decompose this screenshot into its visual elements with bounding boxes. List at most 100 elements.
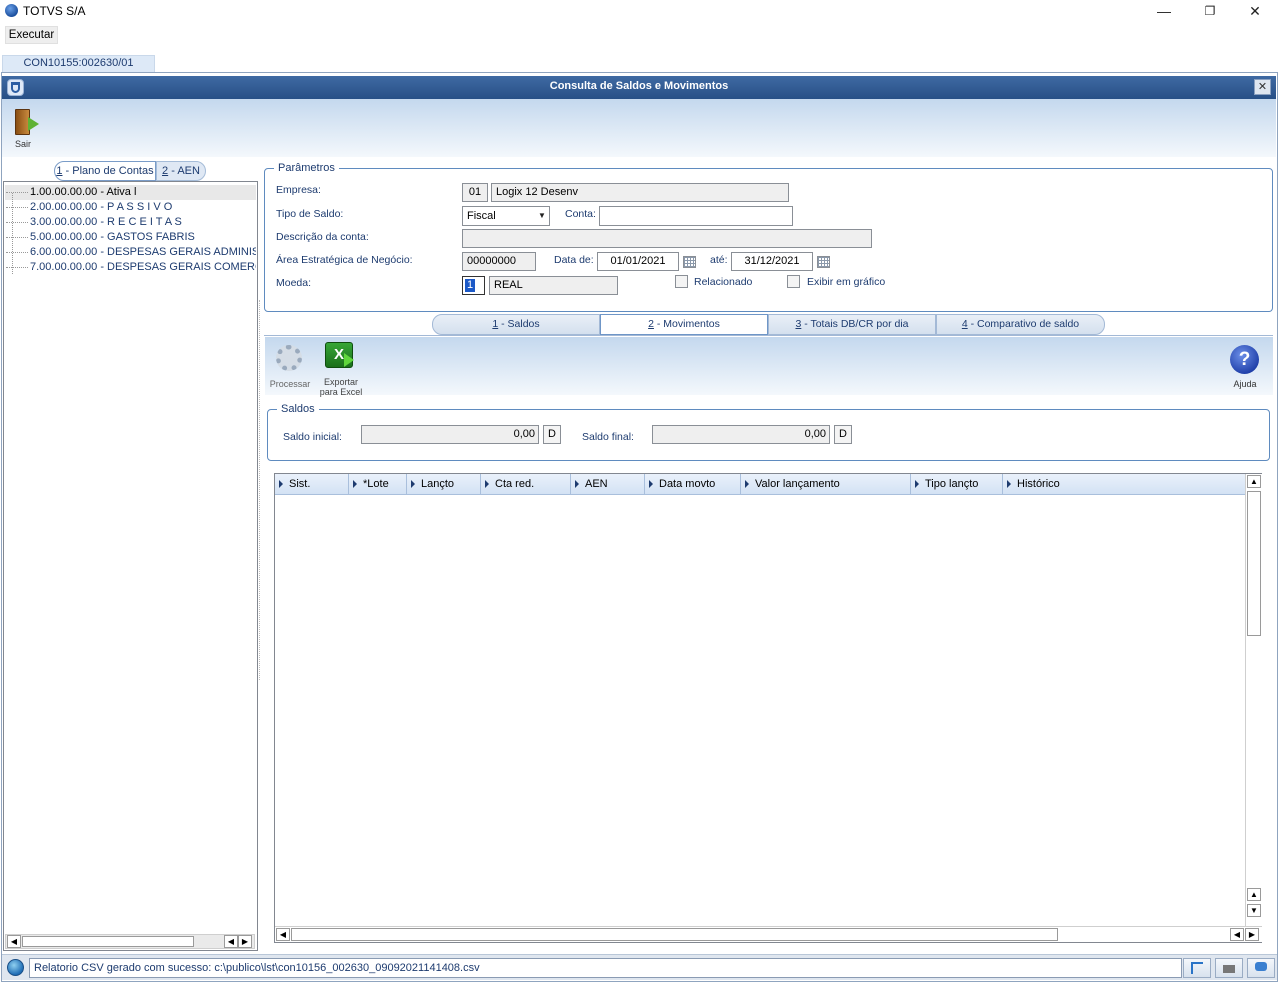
tree-item[interactable]: 1.00.00.00.00 - Ativa l [5,185,256,200]
sair-button[interactable]: Sair [8,106,42,152]
col-header-label: Histórico [1017,478,1060,490]
globe-icon [7,959,24,976]
empresa-code-field[interactable]: 01 [462,183,488,202]
restore-button[interactable]: ❐ [1187,0,1233,22]
scroll-thumb[interactable] [291,928,1058,941]
parametros-title: Parâmetros [274,162,339,174]
saldo-final-dc: D [834,425,852,444]
exportar-excel-button[interactable]: X Exportar para Excel [316,341,366,397]
exportar-label-line2: para Excel [319,387,363,397]
dialog-close-button[interactable]: ✕ [1254,79,1271,95]
tipo-saldo-select[interactable]: Fiscal ▼ [462,206,550,226]
data-de-input[interactable]: 01/01/2021 [597,252,679,271]
print-button[interactable] [1215,958,1243,978]
sort-arrow-icon [1007,480,1011,489]
export-arrow-icon [344,353,354,367]
saldo-inicial-dc: D [543,425,561,444]
col-header-label: Cta red. [495,478,535,490]
exportar-label: Exportar para Excel [316,377,366,397]
scroll-thumb[interactable] [1247,491,1261,636]
col-header-aen[interactable]: AEN [571,474,645,495]
col-header-sist[interactable]: Sist. [275,474,349,495]
dialog-title: Consulta de Saldos e Movimentos [549,80,729,92]
movimentos-toolbar [265,337,1273,395]
col-header-label: Valor lançamento [755,478,840,490]
scroll-left-icon[interactable]: ◀ [276,928,290,941]
calendar-icon[interactable] [817,256,830,268]
processar-button[interactable]: Processar [268,343,312,391]
main-toolbar [2,99,1276,157]
sort-arrow-icon [915,480,919,489]
moeda-code-value: 1 [465,279,476,292]
document-tab[interactable]: CON10155:002630/01 [2,55,155,72]
scroll-thumb[interactable] [22,936,194,947]
status-bar: Relatorio CSV gerado com sucesso: c:\pub… [2,954,1277,980]
menu-executar[interactable]: Executar [5,26,58,44]
account-tree[interactable]: 1.00.00.00.00 - Ativa l 2.00.00.00.00 - … [3,181,258,951]
col-header-valor[interactable]: Valor lançamento [741,474,911,495]
grid-vertical-scrollbar[interactable]: ▲ ▲ ▼ [1245,474,1262,926]
tree-item[interactable]: 2.00.00.00.00 - P A S S I V O [5,200,256,215]
panel-splitter[interactable] [259,300,262,680]
scroll-up-icon[interactable]: ▲ [1247,888,1261,901]
sort-arrow-icon [411,480,415,489]
col-header-lancto[interactable]: Lançto [407,474,481,495]
scroll-right-icon[interactable]: ▶ [238,935,252,948]
grid-horizontal-scrollbar[interactable]: ◀ ◀ ▶ [275,926,1262,942]
calendar-icon[interactable] [683,256,696,268]
col-header-cta-red[interactable]: Cta red. [481,474,571,495]
saldo-final-field: 0,00 [652,425,830,444]
descricao-label: Descrição da conta: [276,231,369,243]
ajuda-button[interactable]: ? Ajuda [1228,345,1262,391]
tree-item[interactable]: 6.00.00.00.00 - DESPESAS GERAIS ADMINIST… [5,245,256,260]
col-header-label: Lançto [421,478,455,490]
close-window-button[interactable]: ✕ [1232,0,1278,22]
minimize-button[interactable]: — [1141,0,1187,22]
saldo-inicial-field: 0,00 [361,425,539,444]
dialog-header: Consulta de Saldos e Movimentos ✕ [2,76,1276,99]
ate-input[interactable]: 31/12/2021 [731,252,813,271]
col-header-data-movto[interactable]: Data movto [645,474,741,495]
col-header-label: Sist. [289,478,311,490]
scroll-right-icon[interactable]: ▶ [1245,928,1259,941]
col-header-tipo-lancto[interactable]: Tipo lançto [911,474,1003,495]
tree-item[interactable]: 3.00.00.00.00 - R E C E I T A S [5,215,256,230]
relacionado-label: Relacionado [694,276,753,288]
tree-item[interactable]: 5.00.00.00.00 - GASTOS FABRIS [5,230,256,245]
tab-label: - Saldos [498,318,540,330]
conta-input[interactable] [599,206,793,226]
tab-totais-db-cr[interactable]: 3 - Totais DB/CR por dia [768,314,936,335]
col-header-label: Data movto [659,478,716,490]
resize-button[interactable] [1183,958,1211,978]
scroll-down-icon[interactable]: ▼ [1247,904,1261,917]
tab-saldos[interactable]: 1 - Saldos [432,314,600,335]
tab-label: - AEN [168,165,200,177]
aen-input[interactable]: 00000000 [462,252,536,271]
tab-movimentos[interactable]: 2 - Movimentos [600,314,768,335]
col-header-historico[interactable]: Histórico [1003,474,1245,495]
col-header-label: AEN [585,478,608,490]
tab-plano-de-contas[interactable]: 1 - Plano de Contas [54,161,156,181]
exibir-grafico-checkbox[interactable] [787,275,800,288]
exibir-grafico-label: Exibir em gráfico [807,276,886,288]
tree-horizontal-scrollbar[interactable]: ◀ ◀ ▶ [5,934,255,949]
scroll-left-icon[interactable]: ◀ [224,935,238,948]
tab-label: - Totais DB/CR por dia [801,318,909,330]
relacionado-checkbox[interactable] [675,275,688,288]
tab-label: - Plano de Contas [62,165,154,177]
exportar-label-line1: Exportar [323,377,358,387]
scroll-up-icon[interactable]: ▲ [1247,475,1261,488]
sort-arrow-icon [575,480,579,489]
col-header-lote[interactable]: *Lote [349,474,407,495]
scroll-left-icon[interactable]: ◀ [7,935,21,948]
tab-comparativo[interactable]: 4 - Comparativo de saldo [936,314,1105,335]
chevron-down-icon[interactable]: ▼ [535,207,549,225]
movimentos-grid[interactable]: Sist. *Lote Lançto Cta red. AEN Data mov… [274,473,1262,943]
tree-item[interactable]: 7.00.00.00.00 - DESPESAS GERAIS COMERCIA [5,260,256,275]
totvs-logo-icon [5,4,18,17]
tab-aen[interactable]: 2 - AEN [156,161,206,181]
moeda-code-input[interactable]: 1 [462,276,485,295]
scroll-left-icon[interactable]: ◀ [1230,928,1244,941]
saldos-title: Saldos [277,403,319,415]
messages-button[interactable] [1247,958,1275,978]
